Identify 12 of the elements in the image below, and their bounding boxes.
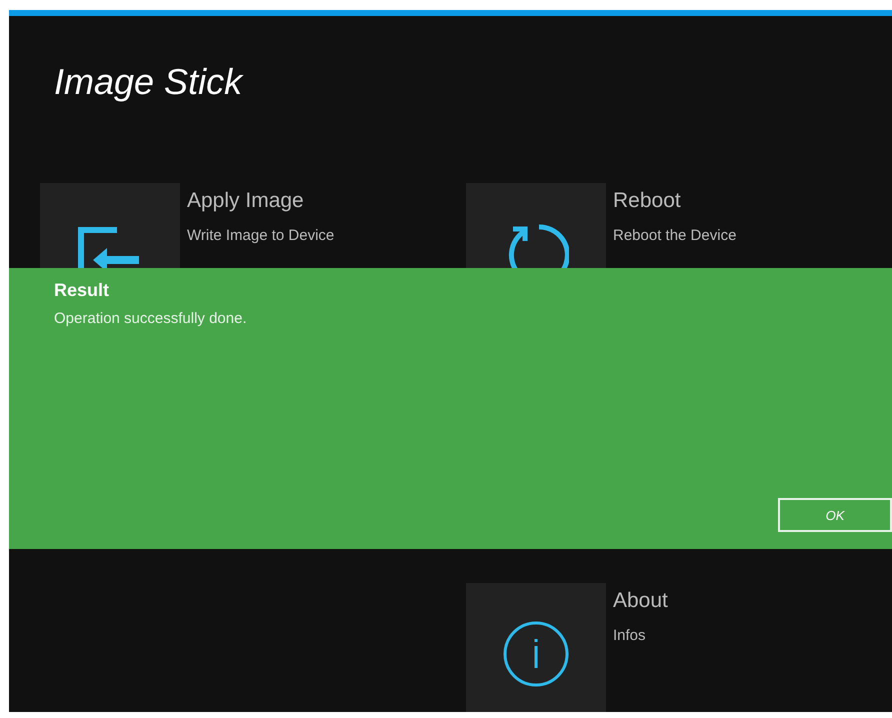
tile-title: Apply Image	[187, 189, 304, 213]
app-title: Image Stick	[53, 60, 244, 104]
dialog-title: Result	[54, 280, 110, 301]
tile-subtitle: Reboot the Device	[613, 227, 736, 244]
tile-background[interactable]	[466, 583, 606, 712]
dialog-message: Operation successfully done.	[54, 310, 247, 327]
tile-subtitle: Infos	[613, 627, 646, 644]
info-icon	[502, 620, 570, 688]
tile-subtitle: Write Image to Device	[187, 227, 334, 244]
ok-button[interactable]: OK	[778, 498, 892, 532]
tile-title: About	[613, 589, 668, 613]
tile-title: Reboot	[613, 189, 681, 213]
